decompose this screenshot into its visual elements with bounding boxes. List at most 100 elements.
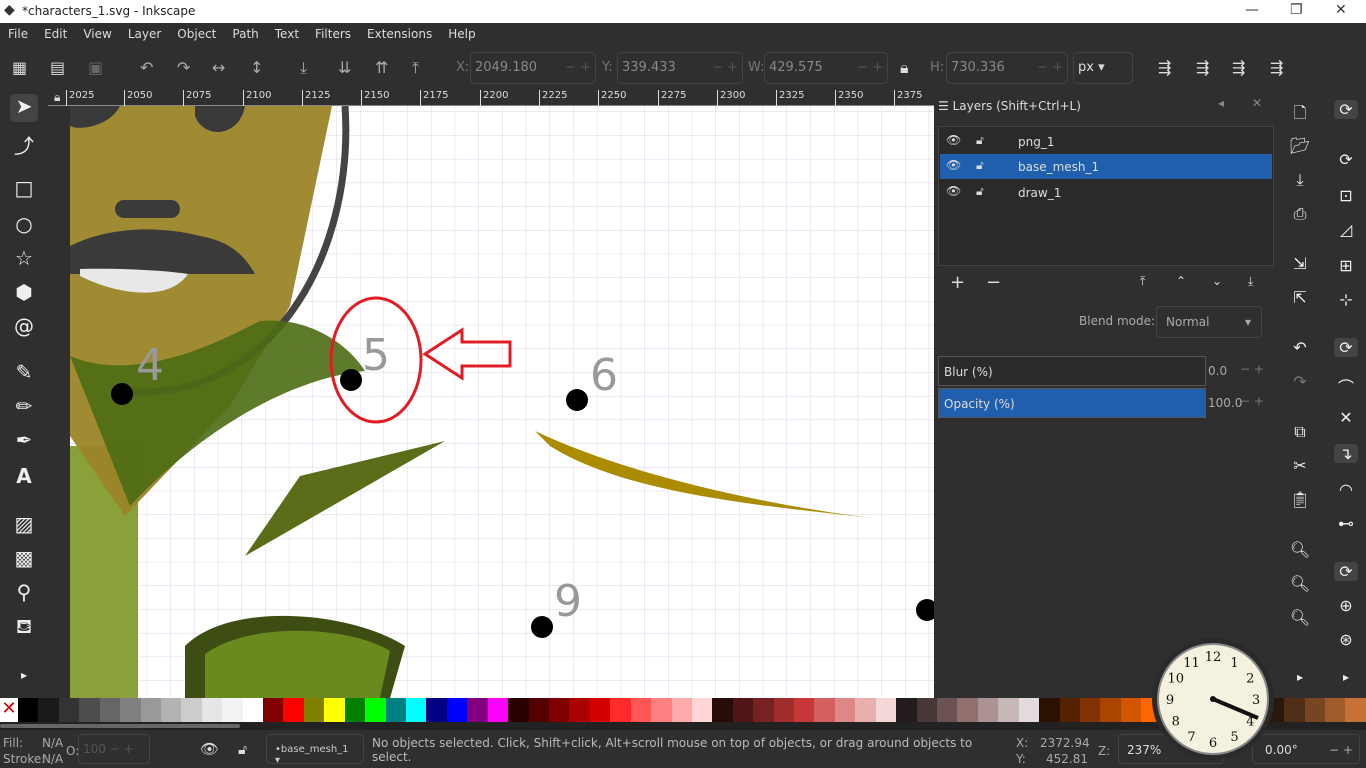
- color-swatch[interactable]: [896, 698, 917, 722]
- mesh-node[interactable]: [531, 616, 553, 638]
- text-tool-icon[interactable]: A: [10, 464, 38, 492]
- snap-line-midpoint-icon[interactable]: ⊷: [1334, 514, 1358, 533]
- layer-visibility-icon[interactable]: 👁︎: [200, 740, 219, 758]
- color-swatch[interactable]: [651, 698, 672, 722]
- mesh-tool-icon[interactable]: ▩: [10, 546, 38, 574]
- color-swatch[interactable]: [916, 698, 937, 722]
- color-swatch[interactable]: [753, 698, 774, 722]
- mesh-node[interactable]: [111, 383, 133, 405]
- remove-layer-button[interactable]: −: [986, 272, 1001, 293]
- x-field[interactable]: 2049.180− +: [470, 52, 596, 84]
- calligraphy-tool-icon[interactable]: ✒: [10, 428, 38, 456]
- blur-value[interactable]: 0.0: [1208, 364, 1227, 378]
- close-button[interactable]: ✕: [1335, 2, 1347, 18]
- menu-extensions[interactable]: Extensions: [359, 23, 440, 46]
- color-swatch[interactable]: [160, 698, 182, 722]
- mesh-node[interactable]: [340, 369, 362, 391]
- more-snap-icon[interactable]: ▸: [1334, 670, 1358, 684]
- print-icon[interactable]: ⎙: [1288, 204, 1312, 224]
- color-swatch[interactable]: [446, 698, 468, 722]
- color-swatch[interactable]: [1059, 698, 1080, 722]
- save-icon[interactable]: ⤓: [1288, 170, 1312, 190]
- zoom-page-icon[interactable]: 🔍︎: [1288, 608, 1312, 627]
- snap-midpoint-icon[interactable]: ⊞: [1334, 256, 1358, 275]
- layer-lock-icon[interactable]: 🔓︎: [238, 742, 247, 758]
- star-tool-icon[interactable]: ☆: [10, 246, 38, 274]
- rotate-ccw-icon[interactable]: ↶: [140, 58, 153, 77]
- rotate-cw-icon[interactable]: ↷: [177, 58, 190, 77]
- color-swatch[interactable]: [671, 698, 692, 722]
- snap-others-icon[interactable]: ⟳: [1334, 562, 1358, 581]
- color-swatch[interactable]: [875, 698, 897, 722]
- undo-icon[interactable]: ↶: [1288, 338, 1312, 357]
- fill-indicator[interactable]: N/A: [42, 736, 63, 750]
- flip-horizontal-icon[interactable]: ↔: [212, 58, 225, 77]
- blur-stepper[interactable]: − +: [1240, 362, 1264, 376]
- snap-smooth-icon[interactable]: ◠: [1334, 480, 1358, 499]
- menu-edit[interactable]: Edit: [36, 23, 75, 46]
- gradient-tool-icon[interactable]: ▨: [10, 512, 38, 540]
- layer-row[interactable]: 👁︎ 🔓︎ base_mesh_1: [940, 154, 1272, 179]
- color-swatch[interactable]: [140, 698, 161, 722]
- color-swatch[interactable]: [201, 698, 223, 722]
- color-swatch[interactable]: [283, 698, 304, 722]
- color-swatch[interactable]: [834, 698, 856, 722]
- snap-intersection-icon[interactable]: ✕: [1334, 408, 1358, 427]
- color-swatch[interactable]: [1325, 698, 1346, 722]
- snap-object-center-icon[interactable]: ⊕: [1334, 596, 1358, 615]
- color-swatch[interactable]: [120, 698, 141, 722]
- opacity-field[interactable]: 100 − +: [78, 734, 150, 764]
- lower-to-bottom-icon[interactable]: ⤓: [300, 58, 307, 78]
- color-swatch[interactable]: [1039, 698, 1060, 722]
- deselect-icon[interactable]: ▣: [88, 58, 103, 77]
- transform-patterns-icon[interactable]: ⇶: [1270, 58, 1283, 77]
- color-swatch[interactable]: [303, 698, 325, 722]
- visibility-icon[interactable]: 👁︎: [946, 133, 961, 147]
- unlock-icon[interactable]: 🔓︎: [976, 133, 984, 148]
- menu-file[interactable]: File: [0, 23, 36, 46]
- menu-object[interactable]: Object: [169, 23, 224, 46]
- color-swatch[interactable]: [1304, 698, 1325, 722]
- layer-down-button[interactable]: ⌄: [1212, 274, 1222, 288]
- 3d-box-tool-icon[interactable]: ⬢: [10, 280, 38, 308]
- unlock-icon[interactable]: 🔓︎: [976, 184, 984, 199]
- snap-center-icon[interactable]: ⊹: [1334, 290, 1358, 309]
- color-swatch[interactable]: [99, 698, 121, 722]
- spiral-tool-icon[interactable]: @: [10, 314, 38, 342]
- add-layer-button[interactable]: +: [950, 272, 965, 293]
- layer-row[interactable]: 👁︎ 🔓︎ png_1: [940, 129, 1272, 154]
- snap-bbox-corner-icon[interactable]: ◿: [1334, 220, 1358, 239]
- current-layer-select[interactable]: •base_mesh_1 ▾: [266, 734, 364, 766]
- raise-icon[interactable]: ⇈: [375, 58, 388, 77]
- color-swatch[interactable]: [855, 698, 876, 722]
- scale-stroke-icon[interactable]: ⇶: [1158, 58, 1171, 77]
- flip-vertical-icon[interactable]: ↕: [250, 58, 263, 77]
- color-swatch[interactable]: [222, 698, 243, 722]
- color-swatch[interactable]: [344, 698, 366, 722]
- vertical-ruler[interactable]: [48, 106, 70, 698]
- h-field[interactable]: 730.336− +: [946, 52, 1068, 84]
- dropper-tool-icon[interactable]: ⚲: [10, 580, 38, 608]
- cut-icon[interactable]: ✂: [1288, 456, 1312, 475]
- layer-to-top-button[interactable]: ⤒: [1140, 274, 1145, 289]
- opacity-value[interactable]: 100.0: [1208, 396, 1242, 410]
- panel-iconify-icon[interactable]: ◂: [1218, 96, 1224, 110]
- pencil-tool-icon[interactable]: ✏: [10, 394, 38, 422]
- color-swatch[interactable]: [691, 698, 713, 722]
- snap-bbox-icon[interactable]: ⟳: [1334, 150, 1358, 169]
- y-field[interactable]: 339.433− +: [617, 52, 743, 84]
- more-tools-icon[interactable]: ▸: [10, 668, 38, 696]
- color-swatch[interactable]: [1120, 698, 1142, 722]
- layer-up-button[interactable]: ⌃: [1176, 274, 1186, 288]
- rectangle-tool-icon[interactable]: □: [10, 176, 38, 204]
- color-swatch[interactable]: [814, 698, 835, 722]
- color-swatch[interactable]: [1284, 698, 1305, 722]
- color-swatch[interactable]: [998, 698, 1019, 722]
- snap-path-icon[interactable]: ⌒: [1334, 374, 1358, 398]
- copy-icon[interactable]: ⧉: [1288, 422, 1312, 442]
- color-swatch[interactable]: [467, 698, 488, 722]
- no-paint-swatch[interactable]: ✕: [0, 698, 18, 722]
- blend-mode-select[interactable]: Normal ▾: [1156, 306, 1262, 338]
- transform-gradients-icon[interactable]: ⇶: [1232, 58, 1245, 77]
- color-swatch[interactable]: [610, 698, 631, 722]
